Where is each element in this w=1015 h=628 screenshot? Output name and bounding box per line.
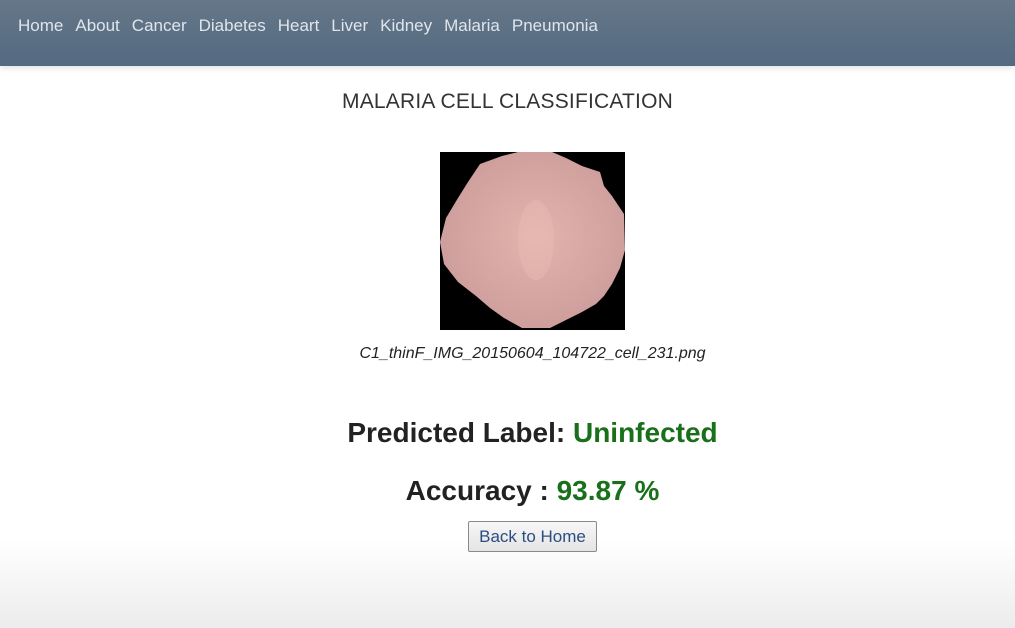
nav-item-cancer[interactable]: Cancer <box>132 16 187 36</box>
image-filename: C1_thinF_IMG_20150604_104722_cell_231.pn… <box>359 345 706 362</box>
cell-image <box>440 152 625 330</box>
predicted-label-value: Uninfected <box>572 417 718 448</box>
nav-item-heart[interactable]: Heart <box>278 16 320 36</box>
nav-item-liver[interactable]: Liver <box>331 16 368 36</box>
nav-links: Home About Cancer Diabetes Heart Liver K… <box>18 16 598 36</box>
predicted-label-text: Predicted Label: <box>347 417 566 448</box>
navbar: Home About Cancer Diabetes Heart Liver K… <box>0 0 1015 66</box>
nav-item-home[interactable]: Home <box>18 16 63 36</box>
predicted-label: Predicted Label: Uninfected <box>0 417 1015 449</box>
cell-image-graphic <box>440 152 625 330</box>
nav-item-diabetes[interactable]: Diabetes <box>199 16 266 36</box>
accuracy-text: Accuracy : <box>405 475 549 506</box>
nav-item-malaria[interactable]: Malaria <box>444 16 500 36</box>
nav-item-about[interactable]: About <box>75 16 119 36</box>
page-title: MALARIA CELL CLASSIFICATION <box>342 90 673 113</box>
nav-item-pneumonia[interactable]: Pneumonia <box>512 16 598 36</box>
nav-item-kidney[interactable]: Kidney <box>380 16 432 36</box>
back-to-home-button[interactable]: Back to Home <box>468 521 597 552</box>
accuracy: Accuracy : 93.87 % <box>0 475 1015 507</box>
accuracy-value: 93.87 % <box>556 475 660 506</box>
